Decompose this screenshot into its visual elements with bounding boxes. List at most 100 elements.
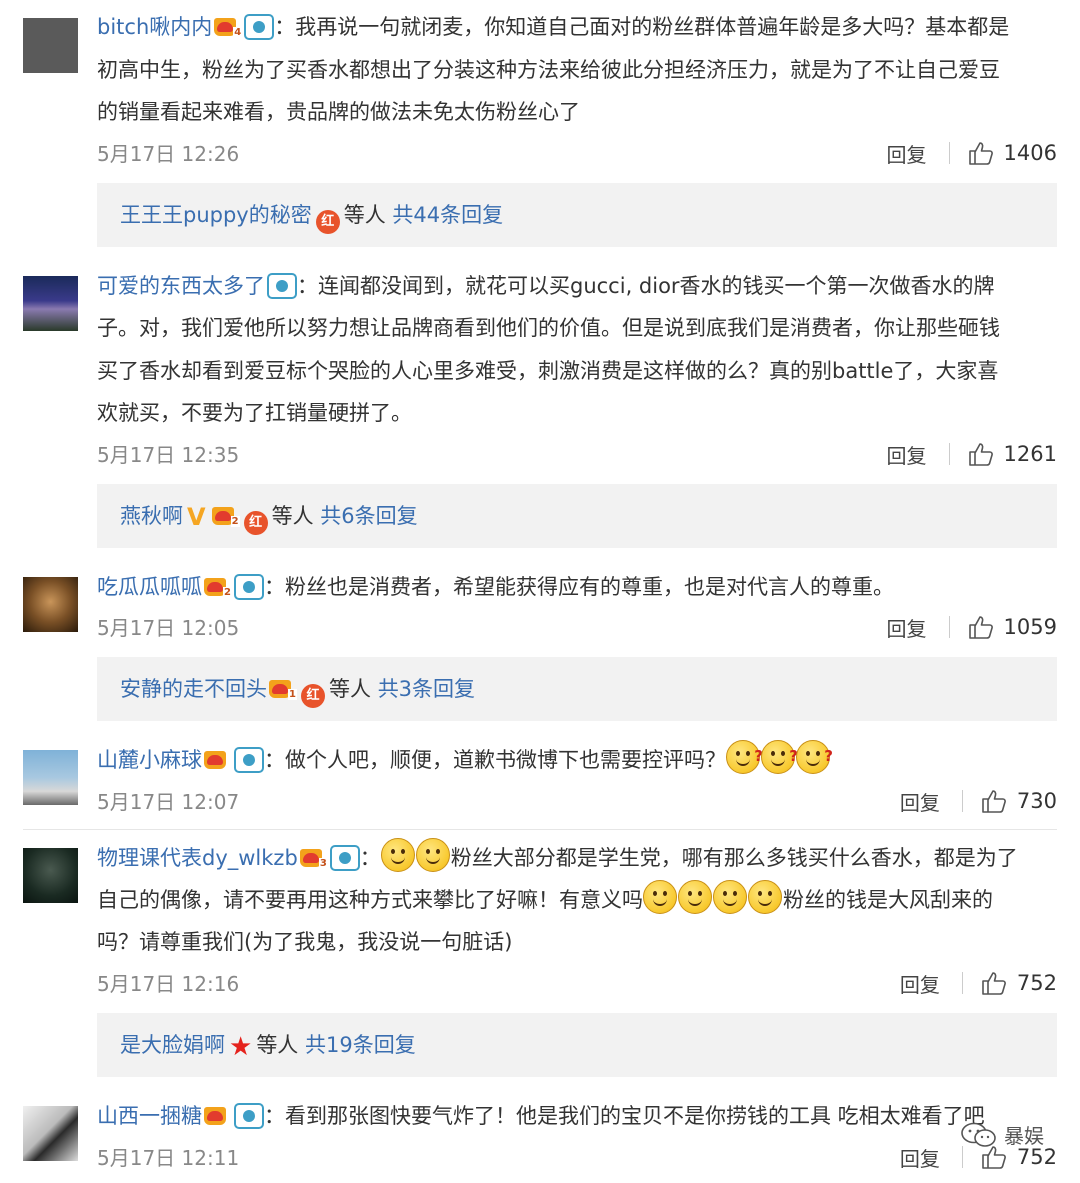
comment-text: 买了香水却看到爱豆标个哭脸的人心里多难受，刺激消费是这样做的么？真的别battl… [97,359,999,383]
comment-text: 的销量看起来难看，贵品牌的做法未免太伤粉丝心了 [97,100,580,124]
username[interactable]: 可爱的东西太多了 [97,274,265,298]
reply-others: 等人 [256,1033,299,1057]
thumb-up-icon[interactable] [968,441,994,467]
crown-badge-icon[interactable] [204,747,232,771]
comment-meta: 5月17日 12:07 回复 730 [97,786,1057,816]
reply-total-link[interactable]: 共3条回复 [378,677,475,701]
comment-meta: 5月17日 12:35 回复 1261 [97,439,1057,469]
reply-username[interactable]: 燕秋啊 [120,504,183,528]
camera-badge-icon[interactable] [244,14,275,40]
reply-total-link[interactable]: 共6条回复 [320,504,417,528]
camera-badge-icon[interactable] [329,845,360,871]
reply-button[interactable]: 回复 [887,139,927,168]
thumb-up-icon[interactable] [981,788,1007,814]
like-count: 1059 [1003,615,1057,639]
thumb-up-icon[interactable] [981,970,1007,996]
comment-meta: 5月17日 12:26 回复 1406 [97,138,1057,168]
hong-badge-icon: 红 [315,210,340,234]
username[interactable]: 吃瓜瓜呱呱 [97,575,202,599]
reply-summary[interactable]: 是大脸娟啊 ★ 等人 共19条回复 [97,1013,1057,1077]
reply-others: 等人 [343,203,386,227]
camera-badge-icon[interactable] [234,574,264,600]
reply-username[interactable]: 是大脸娟啊 [120,1033,225,1057]
like-count: 1261 [1003,442,1057,466]
reply-others: 等人 [329,677,371,701]
reply-button[interactable]: 回复 [887,440,927,469]
comment-text: 吗？请尊重我们(为了我鬼，我没说一句脏话) [97,930,513,954]
comment-line: 物理课代表dy_wlkzb 3：粉丝大部分都是学生党，哪有那么多钱买什么香水，都是… [97,837,1067,879]
crown-badge-icon[interactable]: 2 [204,574,232,598]
confused-emoji-icon: ? [726,740,763,774]
comment-line: 自己的偶像，请不要再用这种方式来攀比了好嘛！有意义吗 粉丝的钱是大风刮来的 [97,879,1067,921]
crown-badge-icon[interactable]: 4 [214,14,243,38]
wechat-icon [961,1122,996,1147]
avatar[interactable] [23,577,78,632]
smiley-emoji-icon [678,880,712,914]
username[interactable]: 物理课代表dy_wlkzb [97,846,298,870]
comment-text: 粉丝大部分都是学生党，哪有那么多钱买什么香水，都是为了 [450,846,1018,870]
comment-text: 子。对，我们爱他所以努力想让品牌商看到他们的价值。但是说到底我们是消费者，你让那… [97,316,1000,340]
timestamp: 5月17日 12:05 [97,616,240,640]
v-badge-icon: V [187,503,206,531]
divider [961,972,963,994]
avatar[interactable] [23,18,78,73]
comment-text: 欢就买，不要为了扛销量硬拼了。 [97,401,412,425]
timestamp: 5月17日 12:16 [97,972,240,996]
timestamp: 5月17日 12:11 [97,1146,240,1170]
watermark: 暴娱 [960,1120,1044,1149]
reply-summary[interactable]: 安静的走不回头 1 红等人 共3条回复 [97,657,1057,721]
reply-button[interactable]: 回复 [900,969,940,998]
comment-line: 可爱的东西太多了 ：连闻都没闻到，就花可以买gucci, dior香水的钱买一个第… [97,273,995,299]
smiley-emoji-icon [748,880,782,914]
divider [948,142,950,164]
camera-badge-icon[interactable] [234,747,264,773]
smiley-emoji-icon [415,838,450,872]
smiley-emoji-icon [380,838,415,872]
reply-total-link[interactable]: 共44条回复 [392,203,503,227]
reply-others: 等人 [271,504,314,528]
username[interactable]: bitch啾内内 [97,15,212,39]
comment-text: 初高中生，粉丝为了买香水都想出了分装这种方法来给彼此分担经济压力，就是为了不让自… [97,58,1000,82]
camera-badge-icon[interactable] [267,273,297,299]
comment-meta: 5月17日 12:11 回复 752 [97,1142,1057,1172]
camera-badge-icon[interactable] [234,1103,264,1129]
username[interactable]: 山西一捆糖 [97,1104,202,1128]
smiley-emoji-icon [643,880,677,914]
comment-divider [23,829,1057,830]
comment-text: 连闻都没闻到，就花可以买gucci, dior香水的钱买一个第一次做香水的牌 [318,274,995,298]
reply-username[interactable]: 王王王puppy的秘密 [120,203,312,227]
comment-text: 做个人吧，顺便，道歉书微博下也需要控评吗？ [285,748,726,772]
divider [961,1146,963,1168]
reply-total-link[interactable]: 共19条回复 [305,1033,416,1057]
crown-badge-icon: 1 [269,676,297,700]
comment-text: 粉丝也是消费者，希望能获得应有的尊重，也是对代言人的尊重。 [285,575,894,599]
confused-emoji-icon: ? [761,740,798,774]
comment-line: bitch啾内内 4 ：我再说一句就闭麦，你知道自己面对的粉丝群体普遍年龄是多大吗？… [97,14,1010,40]
avatar[interactable] [23,1106,78,1161]
comment-text: 我再说一句就闭麦，你知道自己面对的粉丝群体普遍年龄是多大吗？基本都是 [295,15,1010,39]
timestamp: 5月17日 12:26 [97,142,240,166]
thumb-up-icon[interactable] [968,140,994,166]
reply-button[interactable]: 回复 [900,1143,940,1172]
reply-username[interactable]: 安静的走不回头 [120,677,267,701]
avatar[interactable] [23,848,78,903]
confused-emoji-icon: ? [796,740,833,774]
comment-meta: 5月17日 12:16 回复 752 [97,968,1057,998]
reply-summary[interactable]: 燕秋啊 V 2 红等人 共6条回复 [97,484,1057,548]
crown-badge-icon: 2 [211,503,240,527]
like-count: 1406 [1003,141,1057,165]
comment-line: 山西一捆糖 ：看到那张图快要气炸了！他是我们的宝贝不是你捞钱的工具 吃相太难看了吧 [97,1103,985,1129]
comment-text: 自己的偶像，请不要再用这种方式来攀比了好嘛！有意义吗 [97,888,643,912]
divider [961,790,963,812]
reply-button[interactable]: 回复 [887,613,927,642]
crown-badge-icon[interactable]: 3 [299,845,328,869]
timestamp: 5月17日 12:07 [97,790,240,814]
thumb-up-icon[interactable] [968,614,994,640]
reply-summary[interactable]: 王王王puppy的秘密红等人 共44条回复 [97,183,1057,247]
crown-badge-icon[interactable] [204,1103,232,1127]
comment-line: 吃瓜瓜呱呱 2 ：粉丝也是消费者，希望能获得应有的尊重，也是对代言人的尊重。 [97,574,894,600]
reply-button[interactable]: 回复 [900,787,940,816]
avatar[interactable] [23,750,78,805]
username[interactable]: 山麓小麻球 [97,748,202,772]
avatar[interactable] [23,276,78,331]
